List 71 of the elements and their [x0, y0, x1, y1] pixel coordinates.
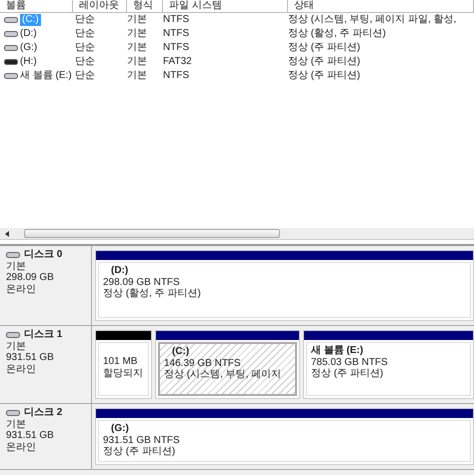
disk-name: 디스크 2 — [24, 407, 62, 418]
table-cell-text: 기본 — [127, 56, 148, 68]
disk-status: 온라인 — [6, 364, 37, 375]
disk-status: 온라인 — [6, 284, 37, 295]
table-cell-text: NTFS — [163, 28, 190, 40]
table-cell: 정상 (시스템, 부팅, 페이지 파일, 활성, — [288, 14, 456, 26]
table-cell-text: 단순 — [74, 14, 96, 26]
partition-size: 785.03 GB NTFS — [311, 356, 389, 368]
partition[interactable]: (D:) 298.09 GB NTFS 정상 (활성, 주 파티션) — [95, 250, 474, 321]
column-header[interactable]: 상태 — [288, 0, 474, 12]
partition-size: 146.39 GB NTFS — [164, 358, 242, 369]
table-cell: 정상 (주 파티션) — [288, 42, 360, 54]
drive-icon — [6, 250, 20, 259]
column-header[interactable]: 레이아웃 — [73, 0, 127, 12]
table-cell-text: 단순 — [74, 56, 96, 68]
disk-status: 온라인 — [6, 442, 37, 453]
volume-cell[interactable]: (G:) — [20, 42, 38, 54]
partition[interactable]: (C:) 146.39 GB NTFS 정상 (시스템, 부팅, 페이지 — [155, 330, 300, 399]
partition-status: 정상 (주 파티션) — [103, 446, 176, 458]
disk-type: 기본 — [6, 260, 27, 272]
table-cell-text: 기본 — [127, 28, 148, 40]
table-cell-text: 기본 — [127, 70, 148, 82]
table-cell-text: 기본 — [127, 14, 148, 26]
partition-label: (D:) — [110, 265, 130, 276]
partition-status: 할당되지 — [103, 368, 144, 379]
partition-size: 298.09 GB NTFS — [103, 276, 181, 288]
table-cell-text: 단순 — [74, 28, 96, 40]
scroll-left-icon[interactable] — [4, 230, 10, 236]
partition-status: 정상 (활성, 주 파티션) — [103, 288, 202, 300]
table-cell-text: 기본 — [127, 42, 148, 54]
disk-size: 298.09 GB — [6, 272, 55, 284]
drive-icon — [4, 72, 18, 80]
column-header[interactable]: 볼륨 — [0, 0, 73, 12]
table-cell-text: FAT32 — [163, 56, 193, 68]
table-cell-text: 단순 — [74, 42, 96, 54]
disk-size: 931.51 GB — [6, 430, 55, 442]
partition-status: 정상 (시스템, 부팅, 페이지 — [164, 369, 282, 380]
table-cell-text: NTFS — [163, 70, 190, 82]
removable-drive-icon — [4, 58, 18, 66]
table-cell-text: NTFS — [163, 14, 190, 26]
column-header[interactable]: 파일 시스템 — [163, 0, 288, 12]
partition-label: (G:) — [110, 423, 130, 434]
table-cell: 정상 (활성, 주 파티션) — [288, 28, 386, 40]
disk-size: 931.51 GB — [6, 352, 55, 364]
drive-icon — [6, 330, 20, 339]
disk-type: 기본 — [6, 418, 27, 430]
column-header[interactable]: 형식 — [127, 0, 163, 12]
partition-label: 새 볼륨 (E:) — [311, 345, 364, 356]
partition[interactable]: (G:) 931.51 GB NTFS 정상 (주 파티션) — [95, 408, 474, 465]
table-cell: 정상 (주 파티션) — [288, 56, 360, 68]
drive-icon — [4, 44, 18, 52]
volume-cell[interactable]: (D:) — [20, 28, 37, 40]
volume-cell[interactable]: 새 볼륨 (E:) — [20, 70, 72, 82]
volume-cell[interactable]: (H:) — [20, 56, 37, 68]
drive-icon — [4, 30, 18, 38]
scrollbar-thumb[interactable] — [24, 229, 280, 238]
partition-status: 정상 (주 파티션) — [311, 368, 384, 380]
partition[interactable]: 101 MB 할당되지 — [95, 330, 152, 399]
partition-size: 101 MB — [103, 356, 138, 368]
table-cell-text: 단순 — [74, 70, 96, 82]
partition-label: (C:) — [171, 346, 190, 358]
drive-icon — [4, 16, 18, 24]
unallocated-bar — [96, 331, 151, 340]
table-cell-text: NTFS — [163, 42, 190, 54]
disk-type: 기본 — [6, 340, 27, 352]
drive-icon — [6, 408, 20, 417]
disk-name: 디스크 1 — [24, 329, 62, 340]
table-cell: 정상 (주 파티션) — [288, 70, 360, 82]
disk-name: 디스크 0 — [24, 249, 62, 260]
partition[interactable]: 새 볼륨 (E:) 785.03 GB NTFS 정상 (주 파티션) — [303, 330, 474, 399]
partition-size: 931.51 GB NTFS — [103, 434, 181, 446]
